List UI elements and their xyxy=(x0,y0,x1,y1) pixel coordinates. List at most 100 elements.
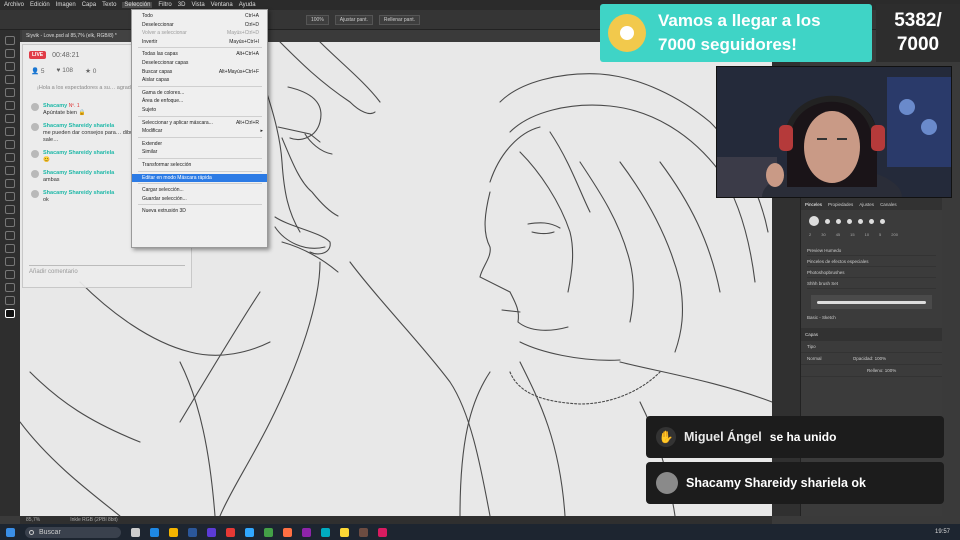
menu-capa[interactable]: Capa xyxy=(82,2,96,8)
quick-select-tool-icon[interactable] xyxy=(5,75,15,84)
gradient-tool-icon[interactable] xyxy=(5,192,15,201)
brush-preset[interactable] xyxy=(847,218,852,224)
brush-preset[interactable] xyxy=(836,218,841,224)
stamp-tool-icon[interactable] xyxy=(5,153,15,162)
menu-item[interactable]: Transformar selección xyxy=(132,161,267,169)
menu-item[interactable]: Modificar ▸ xyxy=(132,127,267,135)
blend-mode-select[interactable]: Normal xyxy=(807,356,822,361)
menu-item[interactable]: Cargar selección... xyxy=(132,186,267,194)
shape-tool-icon[interactable] xyxy=(5,270,15,279)
menu-item[interactable]: Volver a seleccionar Mayús+Ctrl+D xyxy=(132,29,267,37)
menu-item[interactable]: Área de enfoque... xyxy=(132,97,267,105)
app-icon[interactable] xyxy=(340,527,349,537)
app-icon[interactable] xyxy=(264,527,273,537)
app-icon[interactable] xyxy=(359,527,368,537)
edge-icon[interactable] xyxy=(150,527,159,537)
layers-panel-title[interactable]: Capas xyxy=(801,328,942,341)
menu-item[interactable]: Extender xyxy=(132,140,267,148)
app-icon[interactable] xyxy=(283,527,292,537)
path-select-tool-icon[interactable] xyxy=(5,257,15,266)
menu-edicion[interactable]: Edición xyxy=(30,2,50,8)
pen-tool-icon[interactable] xyxy=(5,231,15,240)
chat-username[interactable]: Shacamy Shareidy shariela xyxy=(43,190,114,196)
fill-screen-button[interactable]: Rellenar pant. xyxy=(378,14,421,25)
blur-tool-icon[interactable] xyxy=(5,205,15,214)
menu-vista[interactable]: Vista xyxy=(191,2,204,8)
app-icon[interactable] xyxy=(321,527,330,537)
lasso-tool-icon[interactable] xyxy=(5,62,15,71)
app-icon[interactable] xyxy=(378,527,387,537)
foreground-color-swatch[interactable] xyxy=(5,309,15,318)
menu-item[interactable]: Buscar capas Alt+Mayús+Ctrl+F xyxy=(132,68,267,76)
menu-item[interactable]: Seleccionar y aplicar máscara... Alt+Ctrl… xyxy=(132,119,267,127)
dodge-tool-icon[interactable] xyxy=(5,218,15,227)
menu-item[interactable]: Nueva extrusión 3D xyxy=(132,207,267,215)
text-tool-icon[interactable] xyxy=(5,244,15,253)
crop-tool-icon[interactable] xyxy=(5,88,15,97)
eraser-tool-icon[interactable] xyxy=(5,179,15,188)
folder-icon[interactable] xyxy=(169,527,178,537)
tab-canales[interactable]: Canales xyxy=(880,202,897,207)
menu-item[interactable]: Todo Ctrl+A xyxy=(132,12,267,20)
photoshop-icon[interactable] xyxy=(245,527,254,537)
task-view-icon[interactable] xyxy=(131,527,140,537)
status-zoom[interactable]: 85,7% xyxy=(26,517,40,523)
menu-item[interactable]: Sujeto xyxy=(132,106,267,114)
brush-preset[interactable] xyxy=(809,216,819,226)
menu-item[interactable]: Gama de colores... xyxy=(132,89,267,97)
zoom-tool-icon[interactable] xyxy=(5,296,15,305)
menu-item[interactable]: Invertir Mayús+Ctrl+I xyxy=(132,38,267,46)
brush-group-item[interactable]: Pinceles de efectos especiales xyxy=(807,256,936,267)
menu-3d[interactable]: 3D xyxy=(178,2,186,8)
tab-propiedades[interactable]: Propiedades xyxy=(828,202,853,207)
word-icon[interactable] xyxy=(188,527,197,537)
brush-group-item[interactable]: Preview Humedo xyxy=(807,245,936,256)
brush-tool-icon[interactable] xyxy=(5,140,15,149)
fit-screen-button[interactable]: Ajustar pant. xyxy=(334,14,373,25)
app-icon[interactable] xyxy=(302,527,311,537)
layer-kind-filter[interactable]: Tipo xyxy=(801,341,942,353)
opacity-value[interactable]: 100% xyxy=(875,356,887,361)
history-brush-tool-icon[interactable] xyxy=(5,166,15,175)
marquee-tool-icon[interactable] xyxy=(5,49,15,58)
brush-group-item[interactable]: Photoshopbrushes xyxy=(807,267,936,278)
menu-seleccion[interactable]: Selección xyxy=(122,2,153,8)
zoom-value[interactable]: 100% xyxy=(306,14,329,25)
frame-tool-icon[interactable] xyxy=(5,101,15,110)
brush-preset[interactable] xyxy=(825,218,830,224)
menu-ventana[interactable]: Ventana xyxy=(211,2,233,8)
tab-ajustes[interactable]: Ajustes xyxy=(859,202,874,207)
menu-item[interactable]: Guardar selección... xyxy=(132,195,267,203)
brush-group-item[interactable]: Shhh brush Set xyxy=(807,278,936,289)
menu-item[interactable]: Editar en modo Máscara rápida xyxy=(132,173,267,182)
chat-username[interactable]: Shacamy Shareidy shariela xyxy=(43,123,114,129)
hand-tool-icon[interactable] xyxy=(5,283,15,292)
menu-item[interactable]: Todas las capas Alt+Ctrl+A xyxy=(132,50,267,58)
chat-comment-input[interactable]: Añadir comentario xyxy=(29,265,185,279)
menu-item[interactable]: Deseleccionar capas xyxy=(132,59,267,67)
menu-separator xyxy=(138,158,262,159)
tab-pinceles[interactable]: Pinceles xyxy=(805,202,822,207)
chat-username[interactable]: Shacamy Shareidy shariela xyxy=(43,170,114,176)
fill-value[interactable]: 100% xyxy=(885,368,897,373)
menu-item[interactable]: Deseleccionar Ctrl+D xyxy=(132,21,267,29)
menu-item[interactable]: Similar xyxy=(132,148,267,156)
healing-tool-icon[interactable] xyxy=(5,127,15,136)
brush-preset[interactable] xyxy=(880,218,885,224)
menu-ayuda[interactable]: Ayuda xyxy=(239,2,256,8)
eyedropper-tool-icon[interactable] xyxy=(5,114,15,123)
menu-filtro[interactable]: Filtro xyxy=(158,2,171,8)
brush-preset[interactable] xyxy=(869,218,874,224)
menu-item[interactable]: Aislar capas xyxy=(132,76,267,84)
chat-username[interactable]: Shacamy xyxy=(43,103,67,109)
move-tool-icon[interactable] xyxy=(5,36,15,45)
windows-start-icon[interactable] xyxy=(6,527,15,537)
app-icon[interactable] xyxy=(207,527,216,537)
brush-preset[interactable] xyxy=(858,218,863,224)
chat-username[interactable]: Shacamy Shareidy shariela xyxy=(43,150,114,156)
menu-imagen[interactable]: Imagen xyxy=(56,2,76,8)
taskbar-search[interactable]: Buscar xyxy=(25,526,121,538)
menu-texto[interactable]: Texto xyxy=(102,2,116,8)
app-icon[interactable] xyxy=(226,527,235,537)
menu-archivo[interactable]: Archivo xyxy=(4,2,24,8)
